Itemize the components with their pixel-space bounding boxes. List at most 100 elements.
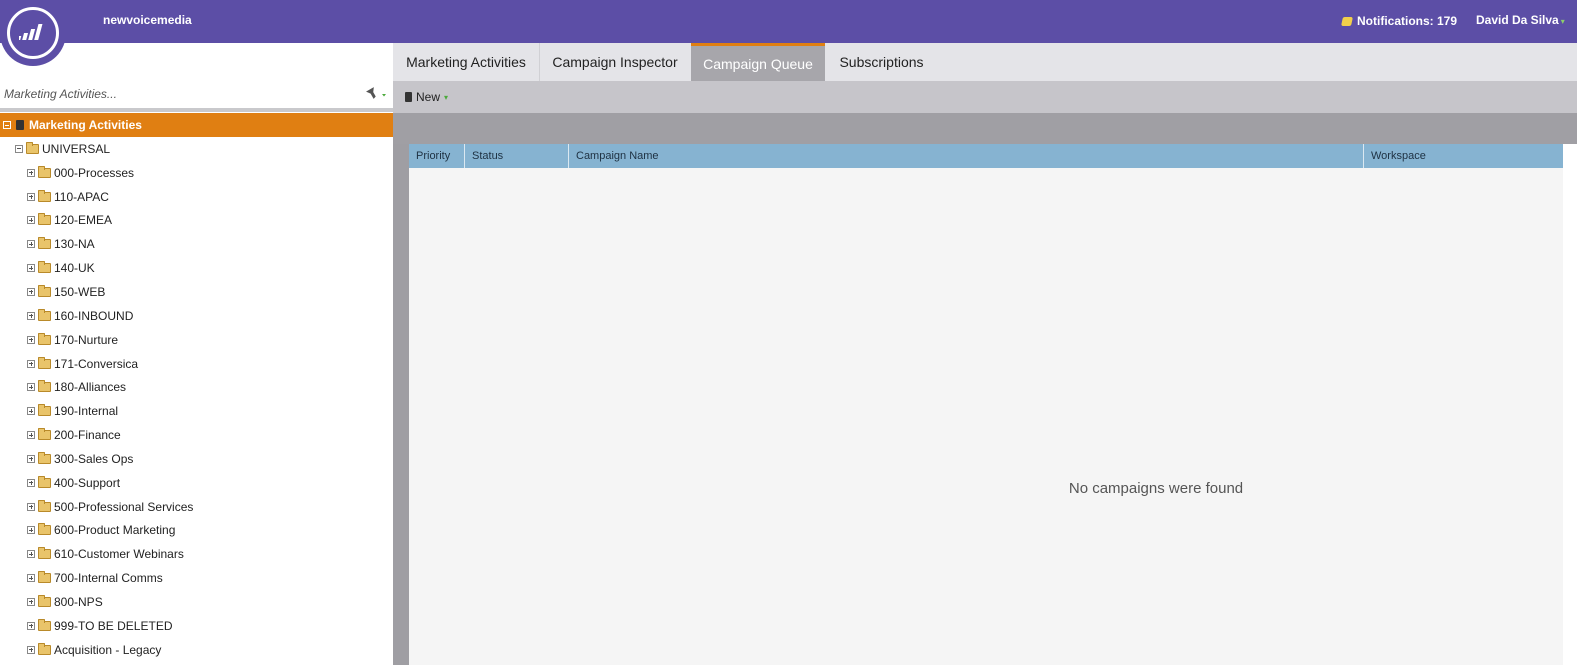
brand-name[interactable]: newvoicemedia (103, 13, 192, 27)
tree-node-label: 000-Processes (54, 165, 135, 180)
tree-node-folder[interactable]: 600-Product Marketing (0, 519, 393, 543)
expand-icon[interactable] (27, 478, 35, 487)
tree-node-label: 120-EMEA (54, 213, 113, 228)
tree-node-label: 500-Professional Services (54, 499, 194, 514)
folder-icon (38, 356, 51, 369)
tree-node-folder[interactable]: 800-NPS (0, 590, 393, 614)
expand-icon[interactable] (27, 311, 35, 320)
tree-node-folder[interactable]: 180-Alliances (0, 375, 393, 399)
folder-icon (38, 547, 51, 560)
filter-icon[interactable] (366, 87, 388, 101)
tree-node-folder[interactable]: 999-TO BE DELETED (0, 614, 393, 638)
expand-icon[interactable] (27, 454, 35, 463)
column-header-priority[interactable]: Priority (409, 144, 465, 168)
tree-node-folder[interactable]: 610-Customer Webinars (0, 542, 393, 566)
expand-icon[interactable] (27, 240, 35, 249)
expand-icon[interactable] (27, 407, 35, 416)
tree-node-label: 130-NA (54, 237, 95, 252)
column-header-status[interactable]: Status (465, 144, 569, 168)
tree-node-folder[interactable]: 000-Processes (0, 161, 393, 185)
tree-node-label: 610-Customer Webinars (54, 547, 184, 562)
folder-icon (38, 380, 51, 393)
tree-node-label: 400-Support (54, 475, 121, 490)
folder-icon (38, 404, 51, 417)
expand-icon[interactable] (27, 335, 35, 344)
tree-node-folder[interactable]: 500-Professional Services (0, 495, 393, 519)
tree-node-folder[interactable]: 150-WEB (0, 280, 393, 304)
tree-node-label: Acquisition - Legacy (54, 642, 162, 657)
tree-node-folder[interactable]: 160-INBOUND (0, 304, 393, 328)
program-icon (16, 120, 24, 130)
toolbar-spacer (393, 113, 1577, 144)
tree-node-label: 140-UK (54, 261, 95, 276)
folder-list: 000-Processes 110-APAC 120-EMEA 130-NA 140-U… (0, 161, 393, 662)
expand-icon[interactable] (27, 168, 35, 177)
expand-icon[interactable] (27, 597, 35, 606)
expand-icon[interactable] (27, 574, 35, 583)
folder-icon (38, 499, 51, 512)
expand-icon[interactable] (27, 645, 35, 654)
divider (0, 108, 393, 112)
top-bar: newvoicemedia Notifications: 179 David D… (0, 0, 1577, 43)
new-button[interactable]: New ▾ (405, 90, 448, 104)
tree-node-folder[interactable]: 171-Conversica (0, 352, 393, 376)
tree-node-folder[interactable]: 120-EMEA (0, 209, 393, 233)
tree-node-folder[interactable]: 200-Finance (0, 423, 393, 447)
tree-node-label: 600-Product Marketing (54, 523, 176, 538)
expand-icon[interactable] (27, 192, 35, 201)
folder-icon (38, 475, 51, 488)
folder-icon (38, 213, 51, 226)
chevron-down-icon: ▾ (444, 92, 449, 102)
expand-icon[interactable] (27, 526, 35, 535)
tree-node-label: 700-Internal Comms (54, 571, 163, 586)
tree-node-folder[interactable]: 130-NA (0, 232, 393, 256)
tree-node-folder[interactable]: 400-Support (0, 471, 393, 495)
expand-icon[interactable] (27, 502, 35, 511)
tab-marketing-activities[interactable]: Marketing Activities (393, 43, 539, 81)
folder-icon (38, 594, 51, 607)
tree-node-folder[interactable]: 190-Internal (0, 399, 393, 423)
tab-subscriptions[interactable]: Subscriptions (826, 43, 937, 81)
tab-campaign-queue[interactable]: Campaign Queue (691, 43, 825, 81)
activity-tree: Marketing Activities UNIVERSAL 000-Proce… (0, 113, 393, 662)
user-menu[interactable]: David Da Silva ▾ (1476, 13, 1565, 27)
folder-icon (38, 237, 51, 250)
expand-icon[interactable] (27, 287, 35, 296)
expand-icon[interactable] (27, 383, 35, 392)
tree-node-label: 300-Sales Ops (54, 451, 134, 466)
tree-root-label: Marketing Activities (29, 118, 142, 132)
expand-icon[interactable] (27, 431, 35, 440)
folder-icon (38, 642, 51, 655)
campaign-queue-grid: Priority Status Campaign Name Workspace (409, 144, 1563, 665)
tree-root-marketing-activities[interactable]: Marketing Activities (0, 113, 393, 137)
tree-node-label: 171-Conversica (54, 356, 139, 371)
tree-node-folder[interactable]: 170-Nurture (0, 328, 393, 352)
column-header-campaign-name[interactable]: Campaign Name (569, 144, 1364, 168)
tree-search-row (0, 81, 393, 107)
notifications-link[interactable]: Notifications: 179 (1341, 14, 1457, 28)
tab-campaign-inspector[interactable]: Campaign Inspector (540, 43, 690, 81)
scrollbar[interactable] (1563, 144, 1577, 665)
column-header-workspace[interactable]: Workspace (1364, 144, 1563, 168)
expand-icon[interactable] (27, 216, 35, 225)
tree-node-label: 180-Alliances (54, 380, 127, 395)
logo[interactable] (0, 0, 66, 66)
folder-icon (38, 261, 51, 274)
toolbar: New ▾ (393, 81, 1577, 113)
expand-icon[interactable] (27, 359, 35, 368)
collapse-icon[interactable] (3, 121, 11, 129)
tree-node-folder[interactable]: Acquisition - Legacy (0, 638, 393, 662)
tree-node-folder[interactable]: 300-Sales Ops (0, 447, 393, 471)
expand-icon[interactable] (27, 621, 35, 630)
tree-node-folder[interactable]: 140-UK (0, 256, 393, 280)
expand-icon[interactable] (27, 264, 35, 273)
expand-icon[interactable] (27, 550, 35, 559)
folder-icon (38, 332, 51, 345)
tree-node-folder[interactable]: 700-Internal Comms (0, 566, 393, 590)
tree-search-input[interactable] (4, 85, 354, 103)
tree-node-universal[interactable]: UNIVERSAL (0, 137, 393, 161)
collapse-icon[interactable] (15, 144, 23, 153)
folder-icon (38, 571, 51, 584)
folder-icon (26, 141, 39, 154)
tree-node-folder[interactable]: 110-APAC (0, 185, 393, 209)
